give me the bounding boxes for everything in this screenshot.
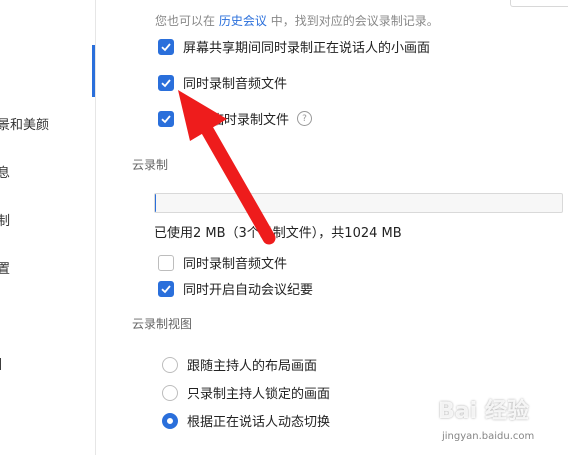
- option-local-record-audio[interactable]: 同时录制音频文件: [158, 73, 287, 92]
- option-temp-record-file[interactable]: 临时录制文件 ?: [158, 109, 313, 128]
- sidebar-item-record[interactable]: 制: [0, 210, 10, 229]
- radio-active-speaker[interactable]: 根据正在说话人动态切换: [162, 411, 330, 430]
- sidebar-item-settings[interactable]: 置: [0, 258, 10, 277]
- sidebar-item-other[interactable]: ]: [0, 357, 2, 372]
- option-cloud-record-audio[interactable]: 同时录制音频文件: [158, 253, 287, 272]
- checkbox-checked-icon[interactable]: [158, 110, 174, 127]
- sidebar-item-info[interactable]: 息: [0, 162, 10, 181]
- option-auto-meeting-minutes[interactable]: 同时开启自动会议纪要: [158, 279, 313, 298]
- option-record-speaker-during-share[interactable]: 屏幕共享期间同时录制正在说话人的小画面: [158, 37, 430, 56]
- baidu-jingyan-watermark: Bai 经验 jingyan.baidu.com: [438, 399, 535, 442]
- checkbox-checked-icon[interactable]: [158, 38, 174, 55]
- cloud-storage-usage-fill: [155, 194, 156, 212]
- settings-sidebar: 景和美颜 息 制 置 ]: [0, 0, 96, 455]
- cloud-storage-usage-text: 已使用2 MB（3个录制文件），共1024 MB: [154, 226, 402, 241]
- sidebar-item-beauty[interactable]: 景和美颜: [0, 114, 49, 133]
- help-icon[interactable]: ?: [297, 111, 313, 126]
- cloud-view-title: 云录制视图: [132, 317, 193, 331]
- cloud-storage-usage-bar: [154, 193, 563, 213]
- history-meetings-link[interactable]: 历史会议: [219, 14, 267, 28]
- radio-host-locked-view[interactable]: 只录制主持人锁定的画面: [162, 383, 330, 402]
- checkbox-checked-icon[interactable]: [158, 280, 174, 297]
- radio-follow-host-layout[interactable]: 跟随主持人的布局画面: [162, 355, 317, 374]
- history-hint: 您也可以在 历史会议 中，找到对应的会议录制记录。: [155, 14, 439, 28]
- checkbox-checked-icon[interactable]: [158, 74, 174, 91]
- top-field-edge[interactable]: [510, 0, 568, 7]
- radio-unselected-icon[interactable]: [162, 356, 178, 373]
- radio-unselected-icon[interactable]: [162, 384, 178, 401]
- radio-selected-icon[interactable]: [162, 412, 178, 429]
- cloud-record-title: 云录制: [132, 158, 169, 172]
- checkbox-unchecked-icon[interactable]: [158, 254, 174, 271]
- sidebar-active-indicator: [92, 45, 95, 97]
